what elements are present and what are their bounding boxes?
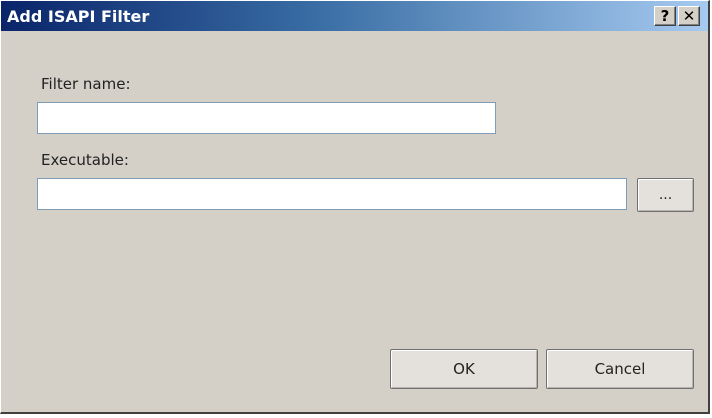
filter-name-input[interactable] xyxy=(37,102,496,134)
cancel-button[interactable]: Cancel xyxy=(546,349,694,389)
browse-button[interactable]: ... xyxy=(637,178,694,212)
dialog-title: Add ISAPI Filter xyxy=(7,7,150,26)
title-bar[interactable]: Add ISAPI Filter ? ✕ xyxy=(1,1,708,31)
help-button[interactable]: ? xyxy=(654,6,676,26)
add-isapi-filter-dialog: Add ISAPI Filter ? ✕ Filter name: Execut… xyxy=(0,0,710,414)
executable-label: Executable: xyxy=(41,151,129,169)
ok-button[interactable]: OK xyxy=(390,349,538,389)
filter-name-label: Filter name: xyxy=(41,75,131,93)
executable-input[interactable] xyxy=(37,178,627,210)
close-button[interactable]: ✕ xyxy=(678,6,700,26)
